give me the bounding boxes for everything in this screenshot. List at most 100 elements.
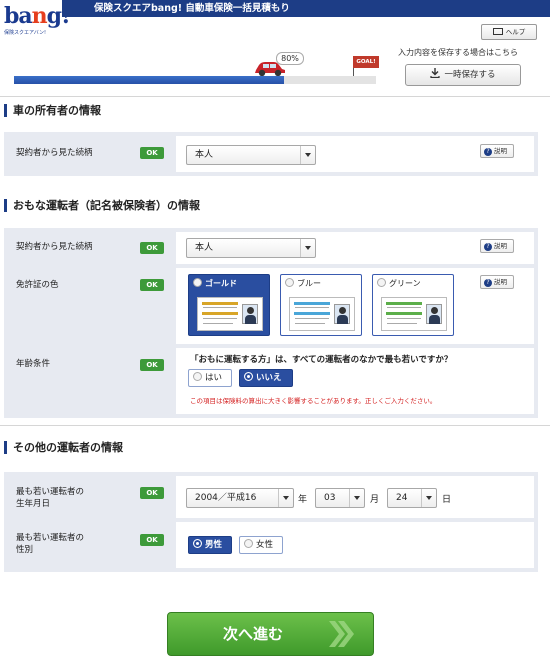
field-panel: 「おもに運転する方」は、すべての運転者のなかで最も若いですか？ はい いいえ こ…	[176, 348, 534, 414]
license-card-image	[197, 297, 263, 331]
chevron-down-icon	[300, 239, 315, 257]
year-unit: 年	[298, 495, 308, 505]
license-option-gold[interactable]: ゴールド	[188, 274, 270, 336]
radio-dot	[244, 539, 253, 548]
ok-badge: OK	[140, 534, 164, 546]
row-label-line1: 最も若い運転者の	[16, 533, 85, 543]
divider	[0, 425, 550, 426]
radio-dot	[193, 372, 202, 381]
select-value: 本人	[195, 150, 214, 160]
license-band	[202, 302, 238, 305]
radio-dot	[193, 539, 202, 548]
radio-dot	[285, 278, 294, 287]
question-icon: ?	[484, 243, 492, 251]
ok-badge: OK	[140, 279, 164, 291]
age-question: 「おもに運転する方」は、すべての運転者のなかで最も若いですか？	[190, 355, 453, 365]
license-band	[386, 312, 422, 315]
page-title: 保険スクエアbang! 自動車保険一括見積もり	[62, 0, 550, 17]
help-button[interactable]: ヘルプ	[481, 24, 537, 40]
license-line	[295, 323, 325, 324]
section-title-other-drivers: その他の運転者の情報	[4, 441, 123, 454]
gender-option-female[interactable]: 女性	[239, 536, 283, 554]
license-card-image	[381, 297, 447, 331]
explain-label: 説明	[494, 147, 507, 155]
save-note: 入力内容を保存する場合はこちら	[398, 48, 518, 57]
owner-relation-select[interactable]: 本人	[186, 145, 316, 165]
birth-day-select[interactable]: 24	[387, 488, 437, 508]
question-icon: ?	[484, 148, 492, 156]
download-icon	[430, 68, 441, 79]
field-panel: 男性 女性	[176, 522, 534, 568]
double-chevron-right-icon	[329, 621, 354, 647]
next-button[interactable]: 次へ進む	[167, 612, 374, 656]
ok-badge: OK	[140, 359, 164, 371]
age-warning-note: この項目は保険料の算出に大きく影響することがあります。正しくご入力ください。	[190, 397, 437, 405]
month-unit: 月	[370, 495, 380, 505]
license-option-blue[interactable]: ブルー	[280, 274, 362, 336]
license-line	[387, 323, 417, 324]
next-button-label: 次へ進む	[222, 625, 283, 643]
select-value: 03	[324, 493, 336, 503]
age-option-no[interactable]: いいえ	[239, 369, 293, 387]
select-value: 24	[396, 493, 408, 503]
license-photo	[242, 304, 258, 324]
main-driver-block: 契約者から見た続柄 OK 本人 ? 説明 免許証の色 OK ゴールド ブルー グ…	[4, 228, 538, 418]
brand-logo[interactable]: bang! 保険スクエアバン!	[4, 4, 71, 38]
row-label: 契約者から見た続柄	[16, 148, 93, 158]
explain-button[interactable]: ? 説明	[480, 275, 514, 289]
row-label-line2: 性別	[16, 545, 34, 555]
day-unit: 日	[442, 495, 452, 505]
main-driver-relation-select[interactable]: 本人	[186, 238, 316, 258]
chevron-down-icon	[300, 146, 315, 164]
save-button[interactable]: 一時保存する	[405, 64, 521, 86]
row-label: 契約者から見た続柄	[16, 242, 93, 252]
license-option-label: ブルー	[285, 278, 321, 290]
explain-label: 説明	[494, 278, 507, 286]
goal-flag: GOAL!	[353, 56, 379, 68]
license-card-image	[289, 297, 355, 331]
license-band	[294, 312, 330, 315]
row-label-line2: 生年月日	[16, 499, 51, 509]
select-value: 本人	[195, 243, 214, 253]
row-label: 年齢条件	[16, 359, 51, 369]
section-title-car-owner: 車の所有者の情報	[4, 104, 101, 117]
row-label: 免許証の色	[16, 280, 59, 290]
license-band	[386, 302, 422, 305]
save-button-label: 一時保存する	[444, 70, 496, 80]
ok-badge: OK	[140, 147, 164, 159]
license-band	[202, 312, 238, 315]
license-option-green[interactable]: グリーン	[372, 274, 454, 336]
chevron-down-icon	[349, 489, 364, 507]
birth-month-select[interactable]: 03	[315, 488, 365, 508]
section-title-main-driver: おもな運転者（記名被保険者）の情報	[4, 199, 200, 212]
ok-badge: OK	[140, 242, 164, 254]
birth-year-select[interactable]: 2004／平成16	[186, 488, 294, 508]
explain-label: 説明	[494, 242, 507, 250]
divider	[0, 96, 550, 97]
monitor-icon	[492, 28, 503, 35]
radio-dot	[244, 372, 253, 381]
license-line	[203, 323, 233, 324]
radio-dot	[193, 278, 202, 287]
row-label-line1: 最も若い運転者の	[16, 487, 85, 497]
progress-bar-fill	[14, 76, 285, 84]
license-line	[295, 318, 329, 319]
license-band	[294, 302, 330, 305]
gender-option-male[interactable]: 男性	[188, 536, 232, 554]
help-label: ヘルプ	[505, 28, 526, 36]
field-panel: 2004／平成16 年 03 月 24 日	[176, 476, 534, 518]
logo-subtext: 保険スクエアバン!	[4, 30, 47, 36]
explain-button[interactable]: ? 説明	[480, 239, 514, 253]
license-photo	[426, 304, 442, 324]
select-value: 2004／平成16	[195, 493, 257, 503]
other-drivers-block: 最も若い運転者の 生年月日 OK 2004／平成16 年 03 月 24 日 最…	[4, 472, 538, 572]
car-icon	[255, 62, 285, 77]
question-icon: ?	[484, 279, 492, 287]
license-line	[203, 318, 237, 319]
age-option-yes[interactable]: はい	[188, 369, 232, 387]
license-line	[203, 307, 237, 308]
license-line	[295, 307, 329, 308]
ok-badge: OK	[140, 487, 164, 499]
header: bang! 保険スクエアバン! 保険スクエアbang! 自動車保険一括見積もり …	[0, 0, 550, 42]
explain-button[interactable]: ? 説明	[480, 144, 514, 158]
